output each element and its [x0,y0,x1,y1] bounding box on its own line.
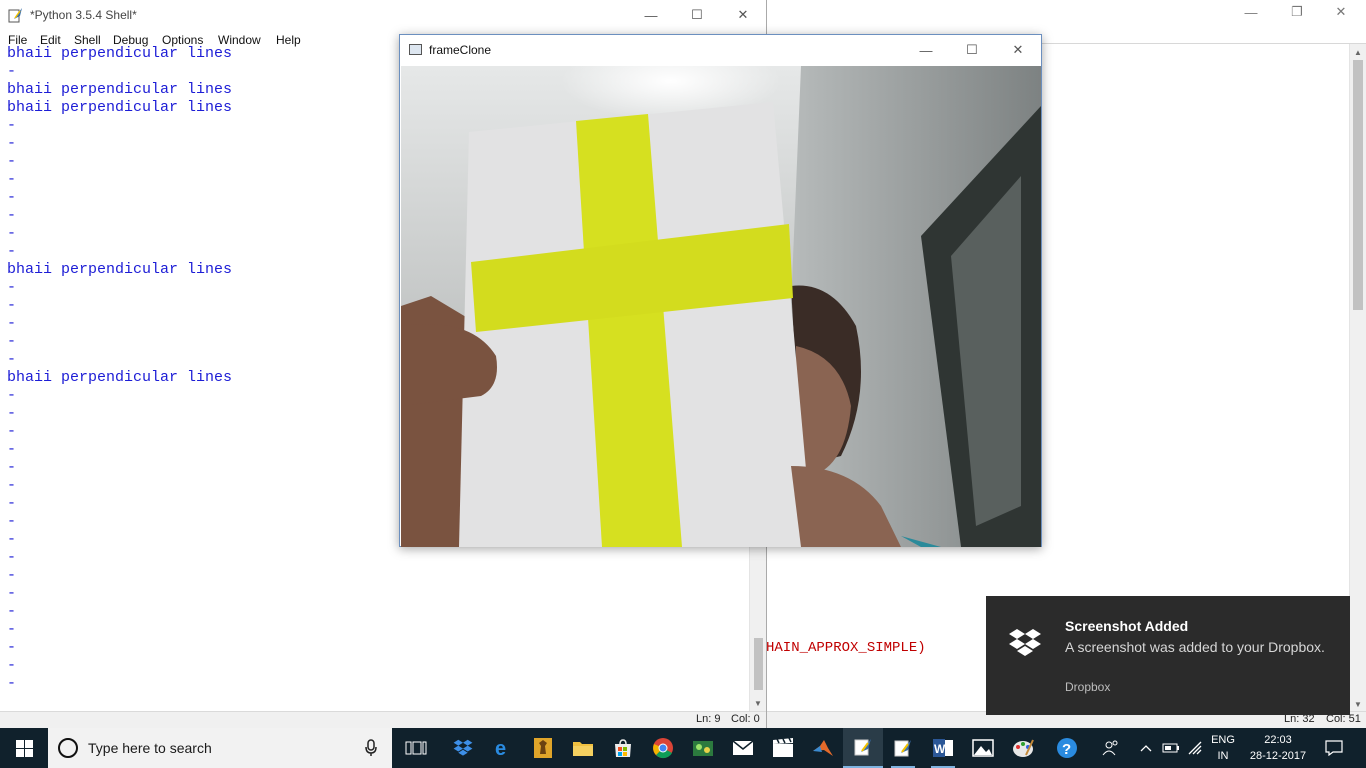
svg-text:W: W [934,742,946,756]
notification-body: A screenshot was added to your Dropbox. [1065,639,1325,655]
close-icon[interactable]: ✕ [995,35,1041,65]
background-titlebar: — ❐ ✕ [766,0,1366,26]
clock-date: 28-12-2017 [1249,750,1307,762]
close-icon[interactable]: ✕ [720,0,766,30]
camera-frame-image [401,66,1041,547]
shell-output-line: - [7,657,17,674]
scroll-up-icon[interactable]: ▲ [1350,44,1366,60]
wifi-icon[interactable] [1184,728,1206,768]
edge-icon[interactable]: e [483,728,523,768]
frameclone-titlebar[interactable]: frameClone — ☐ ✕ [400,35,1041,66]
notification-title: Screenshot Added [1065,618,1189,634]
battery-icon[interactable] [1160,728,1182,768]
svg-text:?: ? [1062,741,1071,758]
shell-output-line: - [7,639,17,656]
code-fragment: HAIN_APPROX_SIMPLE) [766,640,926,656]
notification-center-icon[interactable] [1320,728,1348,768]
maximize-icon[interactable]: ☐ [674,0,720,30]
input-language[interactable]: ENG IN [1206,732,1240,764]
clock-time: 22:03 [1264,734,1292,746]
scroll-down-icon[interactable]: ▼ [750,695,766,711]
system-clock[interactable]: 22:03 28-12-2017 [1242,732,1314,764]
taskbar-search[interactable]: Type here to search [48,728,392,768]
webcam-photo [401,66,1041,547]
taskbar: Type here to search e W ? ENG IN 22:03 2… [0,728,1366,768]
window-app-icon [409,44,422,55]
file-explorer-icon[interactable] [563,728,603,768]
restore-icon[interactable]: ❐ [1274,0,1320,24]
shell-output-line: - [7,621,17,638]
shell-output-line: - [7,567,17,584]
minimize-icon[interactable]: — [1228,0,1274,24]
idle-feather-icon [8,8,22,23]
chevron-up-icon[interactable] [1136,728,1156,768]
matlab-icon[interactable] [803,728,843,768]
scroll-thumb[interactable] [754,638,763,690]
close-icon[interactable]: ✕ [1318,0,1364,24]
store-icon[interactable] [603,728,643,768]
people-icon[interactable] [1098,728,1124,768]
python-idle-icon[interactable] [843,728,883,768]
scroll-down-icon[interactable]: ▼ [1350,696,1366,712]
cortana-icon [58,738,78,758]
shell-output-line: - [7,603,17,620]
scroll-thumb[interactable] [1353,60,1363,310]
shell-output-line: - [7,675,17,692]
frameclone-window: frameClone — ☐ ✕ [399,34,1042,547]
dropbox-icon [1009,629,1041,656]
windows-icon [15,739,33,757]
language-code: ENG [1211,734,1235,746]
chess-app-icon[interactable] [523,728,563,768]
editor-scrollbar[interactable]: ▲ ▼ [1349,44,1366,712]
line-indicator: Ln: 9 [696,713,721,725]
chrome-icon[interactable] [643,728,683,768]
start-button[interactable] [0,728,48,768]
mail-icon[interactable] [723,728,763,768]
search-placeholder: Type here to search [88,740,212,756]
photos-icon[interactable] [963,728,1003,768]
shell-titlebar[interactable]: *Python 3.5.4 Shell* — ☐ ✕ [0,0,766,31]
minimize-icon[interactable]: — [903,35,949,65]
help-icon[interactable]: ? [1047,728,1087,768]
media-app-icon[interactable] [683,728,723,768]
minimize-icon[interactable]: — [628,0,674,30]
microphone-icon[interactable] [364,739,378,757]
window-title: *Python 3.5.4 Shell* [30,8,137,22]
dropbox-icon[interactable] [443,728,483,768]
paint-icon[interactable] [1003,728,1043,768]
window-title: frameClone [429,43,492,57]
word-icon[interactable]: W [923,728,963,768]
shell-status-bar: Ln: 9 Col: 0 [0,711,766,728]
column-indicator: Col: 0 [731,713,760,725]
svg-text:e: e [495,738,506,759]
video-editor-icon[interactable] [763,728,803,768]
maximize-icon[interactable]: ☐ [949,35,995,65]
notification-source: Dropbox [1065,680,1111,694]
python-idle-icon[interactable] [883,728,923,768]
dropbox-notification[interactable]: Screenshot Added A screenshot was added … [986,596,1350,715]
shell-output-line: - [7,549,17,566]
shell-output-line: - [7,585,17,602]
task-view-icon[interactable] [396,728,436,768]
region-code: IN [1217,750,1229,762]
